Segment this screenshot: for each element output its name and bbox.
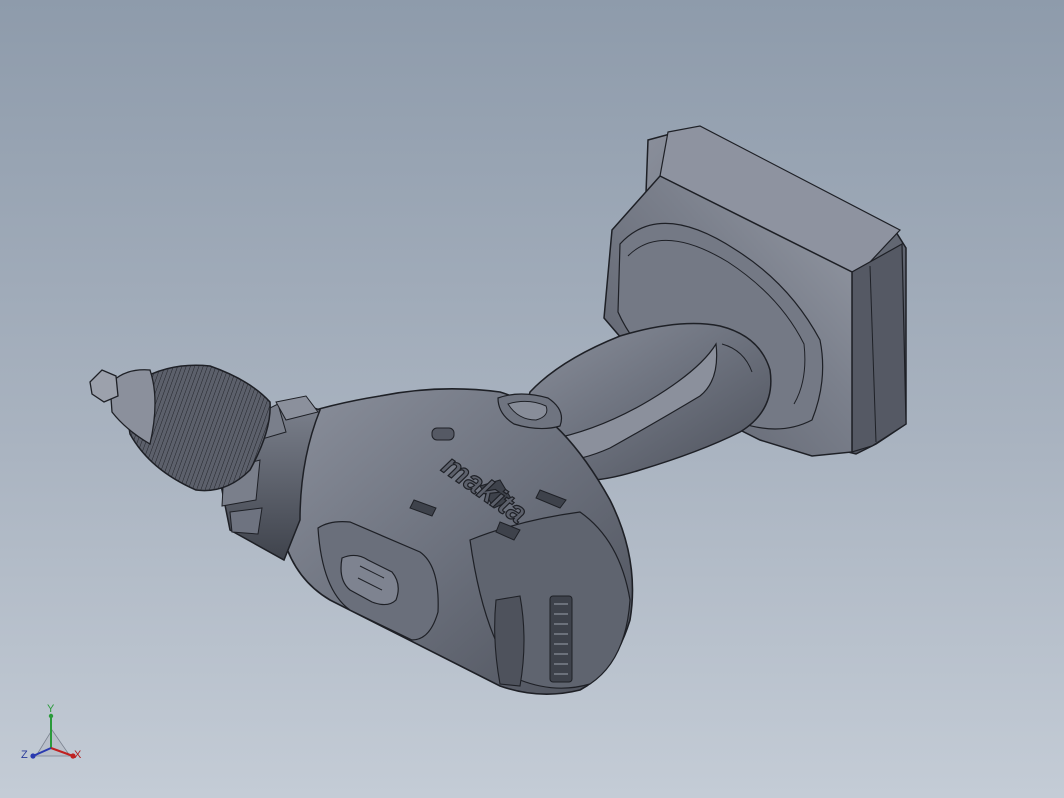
triad-x-label: X [74, 749, 82, 761]
orientation-triad[interactable]: Y Z X [18, 700, 90, 772]
vent-slots [549, 595, 573, 683]
graphics-area[interactable]: makita Y Z X [0, 0, 1064, 798]
triad-z-label: Z [21, 749, 28, 761]
chuck[interactable] [89, 364, 271, 492]
triad-y-label: Y [47, 703, 55, 715]
drill-model[interactable]: makita [0, 0, 1064, 798]
